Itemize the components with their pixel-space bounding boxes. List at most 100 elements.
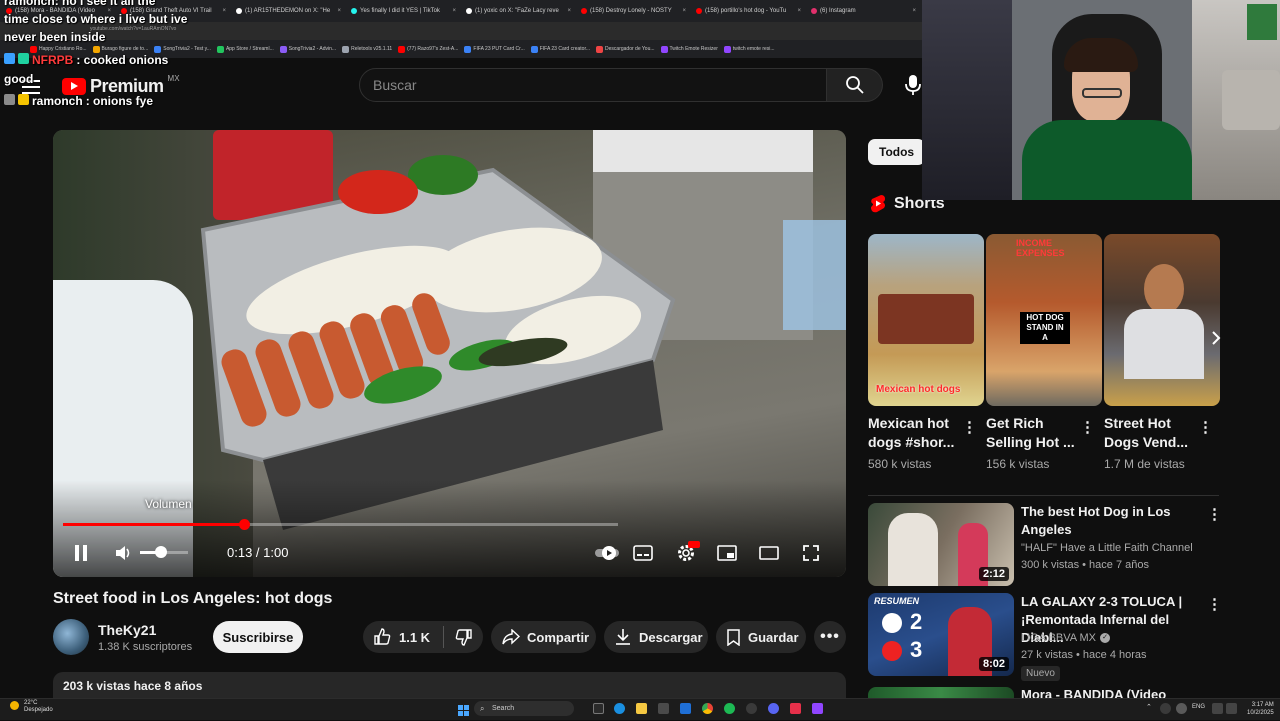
settings-button[interactable] [674,541,700,565]
bookmark-item[interactable]: twitch emote resi... [723,45,775,53]
pause-button[interactable] [70,542,92,564]
browser-tab[interactable]: (158) portillo's hot dog - YouTu × [696,8,807,14]
input-language[interactable]: ENG [1192,704,1205,710]
windows-start-icon[interactable] [458,703,469,716]
weather-widget[interactable]: 22°C Despejado [24,700,53,714]
hd-badge-icon [688,541,700,548]
score-a: 2 [910,609,923,634]
related-thumbnail-2[interactable]: RESUMEN 2 3 8:02 [868,593,1014,676]
related-thumbnail-3[interactable] [868,687,1014,698]
short-thumbnail-3[interactable] [1104,234,1220,406]
short-menu-icon[interactable]: ⋮ [1080,418,1095,436]
channel-avatar[interactable] [53,619,89,655]
bookmark-favicon-icon [398,45,406,53]
tab-label: (6) Instagram [820,8,856,14]
verified-check-icon: ✓ [1100,633,1110,643]
browser-tab[interactable]: Yes finally I did it YES | TikTok × [351,8,462,14]
browser-tab[interactable]: (6) Instagram × [811,8,922,14]
bookmark-item[interactable]: Reletools v25.1.11 [342,45,392,53]
tab-close-icon[interactable]: × [912,8,916,14]
bookmark-item[interactable]: Descargador de You... [596,45,655,53]
related-thumbnail-1[interactable]: 2:12 [868,503,1014,586]
mute-button[interactable] [114,542,136,564]
search-input[interactable] [373,77,826,93]
related-channel-2[interactable]: LIGA BBVA MX ✓ [1021,632,1110,644]
tray-app-icon[interactable] [1160,703,1171,714]
more-actions-button[interactable]: ••• [814,621,846,653]
tab-close-icon[interactable]: × [222,8,226,14]
store-icon[interactable] [658,703,669,714]
search-box[interactable] [359,68,827,102]
settings-app-icon[interactable] [746,703,757,714]
bookmark-item[interactable]: Burago figure de to... [92,45,148,53]
bookmark-item[interactable]: Twitch Emote Resizer [660,45,718,53]
volume-knob[interactable] [155,546,167,558]
bookmark-favicon-icon [30,45,37,53]
subtitles-button[interactable] [632,542,654,564]
related-menu-icon[interactable]: ⋮ [1207,595,1222,613]
browser-tab[interactable]: (158) Destroy Lonely - NOSTY × [581,8,692,14]
short-menu-icon[interactable]: ⋮ [962,418,977,436]
short-title-1[interactable]: Mexican hot dogs #shor... [868,414,968,452]
shorts-next-chevron-icon[interactable] [1205,327,1227,349]
short-title-3[interactable]: Street Hot Dogs Vend... [1104,414,1204,452]
chat-message: ramonch: no i see it all the [4,0,156,8]
volume-tray-icon[interactable] [1226,703,1237,714]
bookmark-item[interactable]: SongTrivia2 - Advin... [279,45,336,53]
tab-close-icon[interactable]: × [682,8,686,14]
filter-chip-all[interactable]: Todos [868,139,926,165]
bookmark-label: twitch emote resi... [732,46,775,52]
autoplay-toggle[interactable] [593,542,621,564]
tray-app-icon[interactable] [1176,703,1187,714]
related-title-1[interactable]: The best Hot Dog in Los Angeles [1021,503,1199,539]
bookmark-item[interactable]: (77) Razo97's Zest-A... [398,45,458,53]
related-channel-1[interactable]: "HALF" Have a Little Faith Channel [1021,542,1193,554]
dislike-button[interactable] [444,621,483,653]
subscribe-button[interactable]: Suscribirse [213,621,303,653]
tray-overflow-chevron-icon[interactable]: ⌃ [1146,703,1152,711]
chrome-icon[interactable] [702,703,713,714]
save-button[interactable]: Guardar [716,621,806,653]
like-button[interactable]: 1.1 K [363,621,443,653]
discord-icon[interactable] [768,703,779,714]
file-explorer-icon[interactable] [636,703,647,714]
duration-badge: 8:02 [978,657,1009,671]
taskbar-search[interactable]: ⌕ Search [474,701,574,716]
network-icon[interactable] [1212,703,1223,714]
system-clock[interactable]: 3:17 AM 10/2/2025 [1247,701,1274,717]
progress-scrubber[interactable] [239,519,250,530]
fullscreen-button[interactable] [800,542,822,564]
share-button[interactable]: Compartir [491,621,596,653]
short-title-2[interactable]: Get Rich Selling Hot ... [986,414,1086,452]
bookmark-item[interactable]: SongTrivia2 - Test y... [154,45,211,53]
like-dislike-group: 1.1 K [363,621,483,653]
twitch-icon[interactable] [812,703,823,714]
miniplayer-button[interactable] [716,542,738,564]
task-view-icon[interactable] [593,703,604,714]
short-menu-icon[interactable]: ⋮ [1198,418,1213,436]
bookmark-item[interactable]: FIFA 23 Card creator... [530,45,590,53]
tab-close-icon[interactable]: × [567,8,571,14]
short-thumbnail-1[interactable]: Mexican hot dogs [868,234,984,406]
spotify-icon[interactable] [724,703,735,714]
search-button[interactable] [827,68,883,102]
edge-icon[interactable] [614,703,625,714]
related-menu-icon[interactable]: ⋮ [1207,505,1222,523]
download-button[interactable]: Descargar [604,621,708,653]
mail-icon[interactable] [680,703,691,714]
tab-close-icon[interactable]: × [452,8,456,14]
theater-mode-button[interactable] [758,542,780,564]
tab-close-icon[interactable]: × [337,8,341,14]
related-title-3[interactable]: Mora - BANDIDA (Video Oficial) [1021,686,1199,698]
bookmark-item[interactable]: App Store / Streaml... [216,45,274,53]
tab-close-icon[interactable]: × [797,8,801,14]
short-thumbnail-2[interactable]: INCOME EXPENSES HOT DOG STAND IN A [986,234,1102,406]
chat-badge-icon [4,94,15,105]
bookmark-item[interactable]: Happy Cristiano Ro... [30,45,87,53]
progress-played [63,523,244,526]
browser-tab[interactable]: (1) AR15THEDEMON on X: "He × [236,8,347,14]
browser-tab[interactable]: (1) yoxic on X: "FaZe Lacy reve × [466,8,577,14]
music-app-icon[interactable] [790,703,801,714]
bookmark-item[interactable]: FIFA 23 PUT Card Cr... [464,45,525,53]
channel-name[interactable]: TheKy21 [98,622,156,638]
